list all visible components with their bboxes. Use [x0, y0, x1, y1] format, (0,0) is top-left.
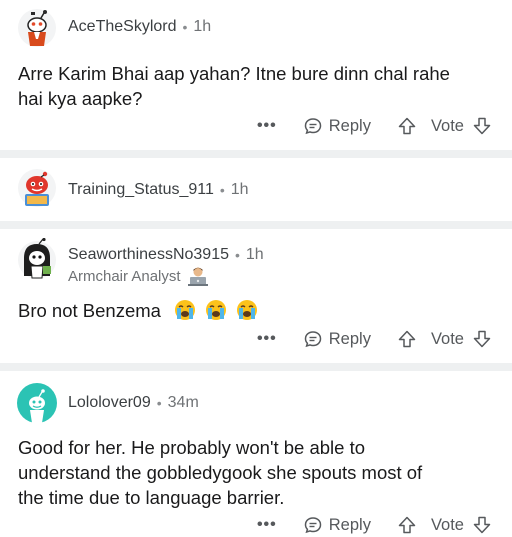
comment-body: Arre Karim Bhai aap yahan? Itne bure din…	[18, 61, 498, 111]
upvote-icon[interactable]	[397, 116, 417, 136]
comment-meta: Training_Status_911 • 1h	[68, 181, 249, 199]
meta-separator: •	[182, 19, 188, 35]
username[interactable]: Training_Status_911	[68, 181, 214, 199]
more-options-button[interactable]: •••	[257, 330, 277, 348]
downvote-icon[interactable]	[472, 116, 492, 136]
timestamp: 1h	[193, 18, 212, 35]
reply-icon	[304, 517, 322, 534]
reply-button[interactable]: Reply	[303, 116, 397, 136]
comment-actions: ••• Reply Vote	[257, 513, 492, 537]
meta-separator: •	[156, 395, 162, 411]
snoo-avatar-icon	[18, 169, 56, 207]
timestamp: 1h	[245, 246, 264, 263]
comment-meta: AceTheSkylord • 1h	[68, 18, 211, 36]
crying-face-icon	[175, 300, 196, 320]
reply-label: Reply	[328, 329, 371, 348]
avatar[interactable]	[17, 8, 57, 48]
technologist-emoji-icon	[187, 267, 208, 286]
user-flair: Armchair Analyst	[68, 266, 209, 286]
downvote-icon[interactable]	[472, 515, 492, 535]
comment-separator	[0, 150, 512, 158]
comment-actions: ••• Reply Vote	[257, 327, 492, 351]
upvote-icon[interactable]	[397, 329, 417, 349]
downvote-icon[interactable]	[472, 329, 492, 349]
snoo-avatar-icon	[18, 9, 56, 47]
username[interactable]: SeaworthinessNo3915	[68, 246, 229, 264]
meta-separator: •	[235, 247, 240, 263]
comment-meta: Lololover09 • 34m	[68, 394, 199, 412]
reply-label: Reply	[328, 515, 371, 534]
crying-face-icon	[206, 300, 227, 320]
vote-control: Vote	[397, 515, 492, 535]
reply-icon	[304, 118, 322, 135]
avatar[interactable]	[17, 237, 57, 279]
comment-separator	[0, 363, 512, 371]
avatar[interactable]	[17, 168, 57, 208]
comment-text-line: Arre Karim Bhai aap yahan? Itne bure din…	[18, 63, 450, 84]
comment-text-line: hai kya aapke?	[18, 88, 143, 109]
reply-button[interactable]: Reply	[303, 515, 397, 535]
comment-body: Bro not Benzema	[18, 298, 498, 323]
reply-label: Reply	[328, 116, 371, 135]
upvote-icon[interactable]	[397, 515, 417, 535]
timestamp: 1h	[230, 181, 249, 198]
reply-icon	[304, 331, 322, 348]
comment-separator	[0, 221, 512, 229]
avatar[interactable]	[17, 383, 57, 423]
flair-text: Armchair Analyst	[68, 267, 181, 285]
comment-text-line: understand the gobbledygook she spouts m…	[18, 462, 423, 483]
comment-actions: ••• Reply Vote	[257, 114, 492, 138]
reply-button[interactable]: Reply	[303, 329, 397, 349]
more-options-button[interactable]: •••	[257, 117, 277, 135]
snoo-avatar-icon	[17, 383, 57, 423]
username[interactable]: Lololover09	[68, 394, 151, 412]
username[interactable]: AceTheSkylord	[68, 18, 177, 36]
snoo-avatar-icon	[18, 237, 56, 279]
meta-separator: •	[219, 182, 225, 198]
comment-text-line: Good for her. He probably won't be able …	[18, 437, 366, 458]
vote-label: Vote	[430, 116, 464, 135]
vote-label: Vote	[430, 515, 464, 534]
comment-text-line: the time due to language barrier.	[18, 487, 285, 508]
timestamp: 34m	[167, 394, 199, 411]
vote-label: Vote	[430, 329, 464, 348]
vote-control: Vote	[397, 329, 492, 349]
comment-body: Good for her. He probably won't be able …	[18, 435, 498, 510]
comment-meta: SeaworthinessNo3915 • 1h	[68, 246, 264, 264]
comment-text: Bro not Benzema	[18, 300, 161, 321]
more-options-button[interactable]: •••	[257, 516, 277, 534]
vote-control: Vote	[397, 116, 492, 136]
crying-face-icon	[237, 300, 258, 320]
